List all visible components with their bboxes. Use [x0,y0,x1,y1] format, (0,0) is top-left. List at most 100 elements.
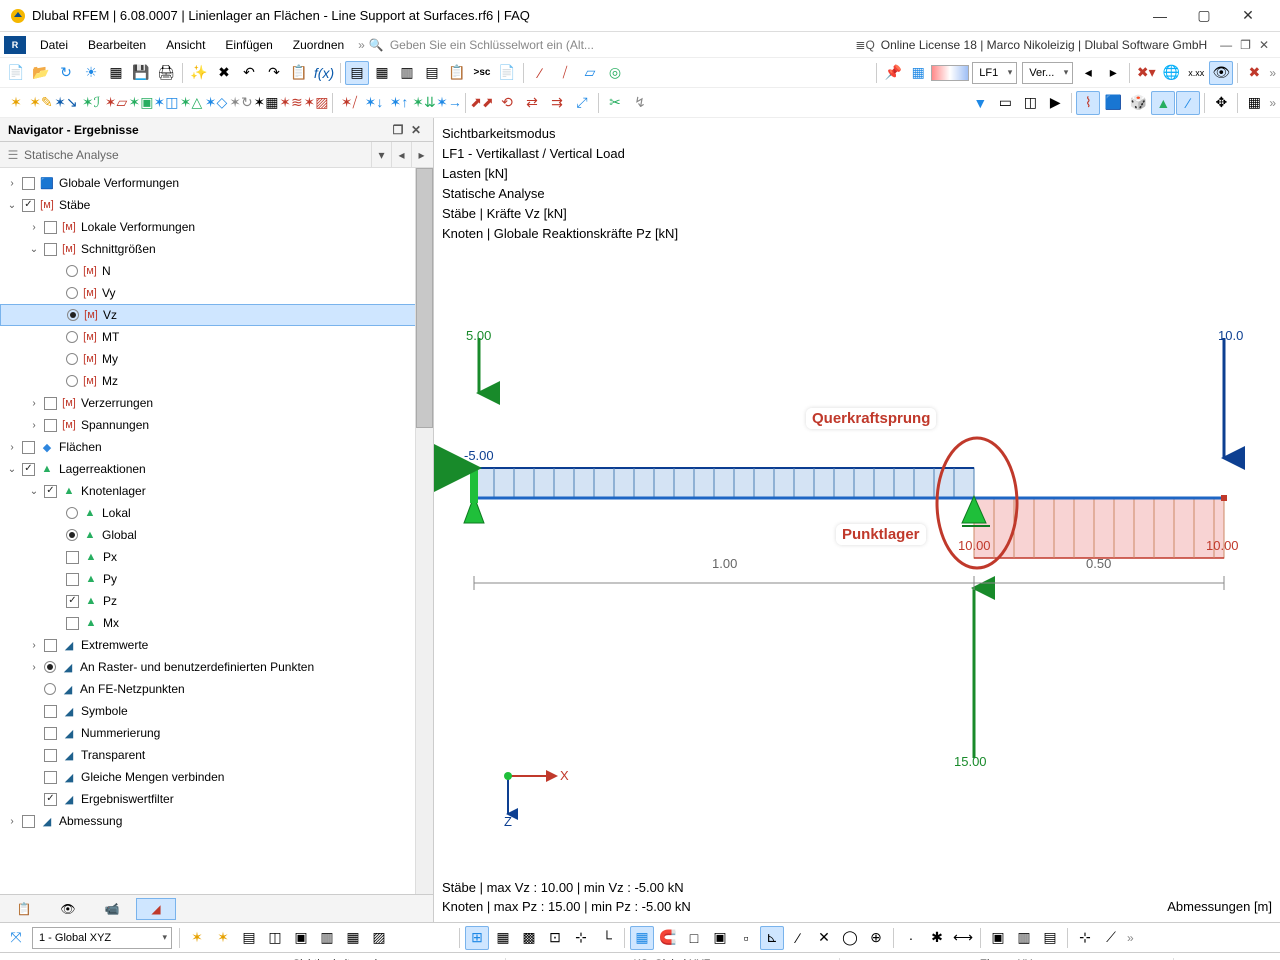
btb-grid1[interactable]: ✶ [185,926,209,950]
expand-icon[interactable]: › [6,442,18,453]
tree-row-21[interactable]: ›◢Extremwerte [0,634,433,656]
btb-box2-icon[interactable]: ▥ [1012,926,1036,950]
tree-row-29[interactable]: ›◢Abmessung [0,810,433,832]
mdi-close[interactable]: ✕ [1256,38,1272,52]
expand-icon[interactable]: › [6,178,18,189]
tb-line1[interactable]: ∕ [528,61,552,85]
btb-circle-icon[interactable]: ◯ [838,926,862,950]
tree-row-14[interactable]: ⌄▲Knotenlager [0,480,433,502]
btb-dot-icon[interactable]: · [899,926,923,950]
btb-snap4[interactable]: ⊡ [543,926,567,950]
btb-cs-icon[interactable]: ⤧ [4,926,28,950]
menu-ansicht[interactable]: Ansicht [156,35,215,55]
checkbox[interactable] [22,815,35,828]
btb-magnet-icon[interactable]: 🧲 [656,926,680,950]
tb2-spring[interactable]: ✶≋ [279,91,303,115]
checkbox[interactable] [22,463,35,476]
nav-tab-project-icon[interactable]: 📋 [4,898,44,920]
radio[interactable] [67,309,79,321]
tb-refresh[interactable]: ↻ [54,61,78,85]
tb2-mesh[interactable]: ✶▦ [254,91,278,115]
tb-open[interactable]: 📂 [29,61,53,85]
tree-row-1[interactable]: ⌄[ᴍ]Stäbe [0,194,433,216]
mdi-restore[interactable]: ❐ [1237,38,1254,52]
tb-cube[interactable]: ▦ [906,61,930,85]
close-button[interactable]: ✕ [1226,7,1270,24]
tree-row-2[interactable]: ›[ᴍ]Lokale Verformungen [0,216,433,238]
tb2-colors[interactable]: 🟦 [1101,91,1125,115]
btb-top[interactable]: ▣ [289,926,313,950]
tb-sun[interactable]: ☀ [79,61,103,85]
tb2-cut1[interactable]: ✂ [603,91,627,115]
tb-clear[interactable]: ✖ [1242,61,1266,85]
tb-table2[interactable]: ▦ [370,61,394,85]
tree-row-11[interactable]: ›[ᴍ]Spannungen [0,414,433,436]
tb2-dn[interactable]: ✶↓ [362,91,386,115]
btb-line[interactable]: ∕ [786,926,810,950]
tree-row-18[interactable]: ▲Py [0,568,433,590]
btb-snap3[interactable]: ▩ [517,926,541,950]
btb-mid[interactable]: ▣ [708,926,732,950]
tb2-dice[interactable]: 🎲 [1126,91,1150,115]
maximize-button[interactable]: ▢ [1182,7,1226,24]
tree-row-6[interactable]: [ᴍ]Vz [0,304,433,326]
tb-undo[interactable]: ↶ [237,61,261,85]
checkbox[interactable] [22,177,35,190]
model-viewport[interactable]: Sichtbarkeitsmodus LF1 - Vertikallast / … [434,118,1280,922]
tb-prev[interactable]: ◂ [1076,61,1100,85]
tb2-hinge[interactable]: ✶◇ [204,91,228,115]
tb-form[interactable]: ▤ [420,61,444,85]
radio[interactable] [66,331,78,343]
tree-row-19[interactable]: ▲Pz [0,590,433,612]
combo-next-icon[interactable]: ▸ [411,142,431,167]
expand-icon[interactable]: › [28,640,40,651]
menu-bearbeiten[interactable]: Bearbeiten [78,35,156,55]
radio[interactable] [66,529,78,541]
btb-solid3d[interactable]: ▨ [367,926,391,950]
tree-row-22[interactable]: ›◢An Raster- und benutzerdefinierten Pun… [0,656,433,678]
checkbox[interactable] [44,243,57,256]
tree-row-12[interactable]: ›◆Flächen [0,436,433,458]
nav-tab-eye-icon[interactable]: 👁 [48,898,88,920]
navigator-close-icon[interactable]: ✕ [407,123,425,137]
tb2-hl[interactable]: ✶⧸ [337,91,361,115]
tb2-diagram[interactable]: ⌇ [1076,91,1100,115]
navigator-pin-icon[interactable]: ❐ [389,123,407,137]
tb-paste[interactable]: 📋 [287,61,311,85]
tree-row-3[interactable]: ⌄[ᴍ]Schnittgrößen [0,238,433,260]
tree-row-9[interactable]: [ᴍ]Mz [0,370,433,392]
btb-end[interactable]: □ [682,926,706,950]
tb2-arrow[interactable]: ✶↘ [54,91,78,115]
expand-icon[interactable]: › [28,420,40,431]
tree-row-15[interactable]: ▲Lokal [0,502,433,524]
tb2-3d[interactable]: ✶▨ [304,91,328,115]
tree-row-20[interactable]: ▲Mx [0,612,433,634]
btb-layers[interactable]: ▤ [237,926,261,950]
tb-doc[interactable]: 📄 [495,61,519,85]
checkbox[interactable] [22,441,35,454]
tree-row-0[interactable]: ›🟦Globale Verformungen [0,172,433,194]
btb-iso[interactable]: ◫ [263,926,287,950]
checkbox[interactable] [44,749,57,762]
menu-zuordnen[interactable]: Zuordnen [283,35,354,55]
tb2-grid[interactable]: ▦ [1242,91,1266,115]
tree-row-10[interactable]: ›[ᴍ]Verzerrungen [0,392,433,414]
tb2-click[interactable]: ✥ [1209,91,1233,115]
radio[interactable] [66,375,78,387]
btb-perp-icon[interactable]: ⊾ [760,926,784,950]
tree-row-8[interactable]: [ᴍ]My [0,348,433,370]
tb-newdoc[interactable]: ✨ [187,61,211,85]
result-tree[interactable]: ›🟦Globale Verformungen⌄[ᴍ]Stäbe›[ᴍ]Lokal… [0,168,433,894]
keyword-search[interactable]: Geben Sie ein Schlüsselwort ein (Alt... [390,38,856,52]
tb2-filter[interactable]: ▼ [968,91,992,115]
loadcase-combo[interactable]: LF1 [972,62,1017,84]
tb2-solid[interactable]: ✶▣ [129,91,153,115]
menu-more[interactable]: » [358,38,365,52]
checkbox[interactable] [66,551,79,564]
navigator-combo[interactable]: ☰ Statische Analyse ▾ ◂ ▸ [0,142,433,168]
tree-row-23[interactable]: ◢An FE-Netzpunkten [0,678,433,700]
tb-redo[interactable]: ↷ [262,61,286,85]
expand-icon[interactable]: › [28,398,40,409]
checkbox[interactable] [66,595,79,608]
tb2-line[interactable]: ✶✎ [29,91,53,115]
